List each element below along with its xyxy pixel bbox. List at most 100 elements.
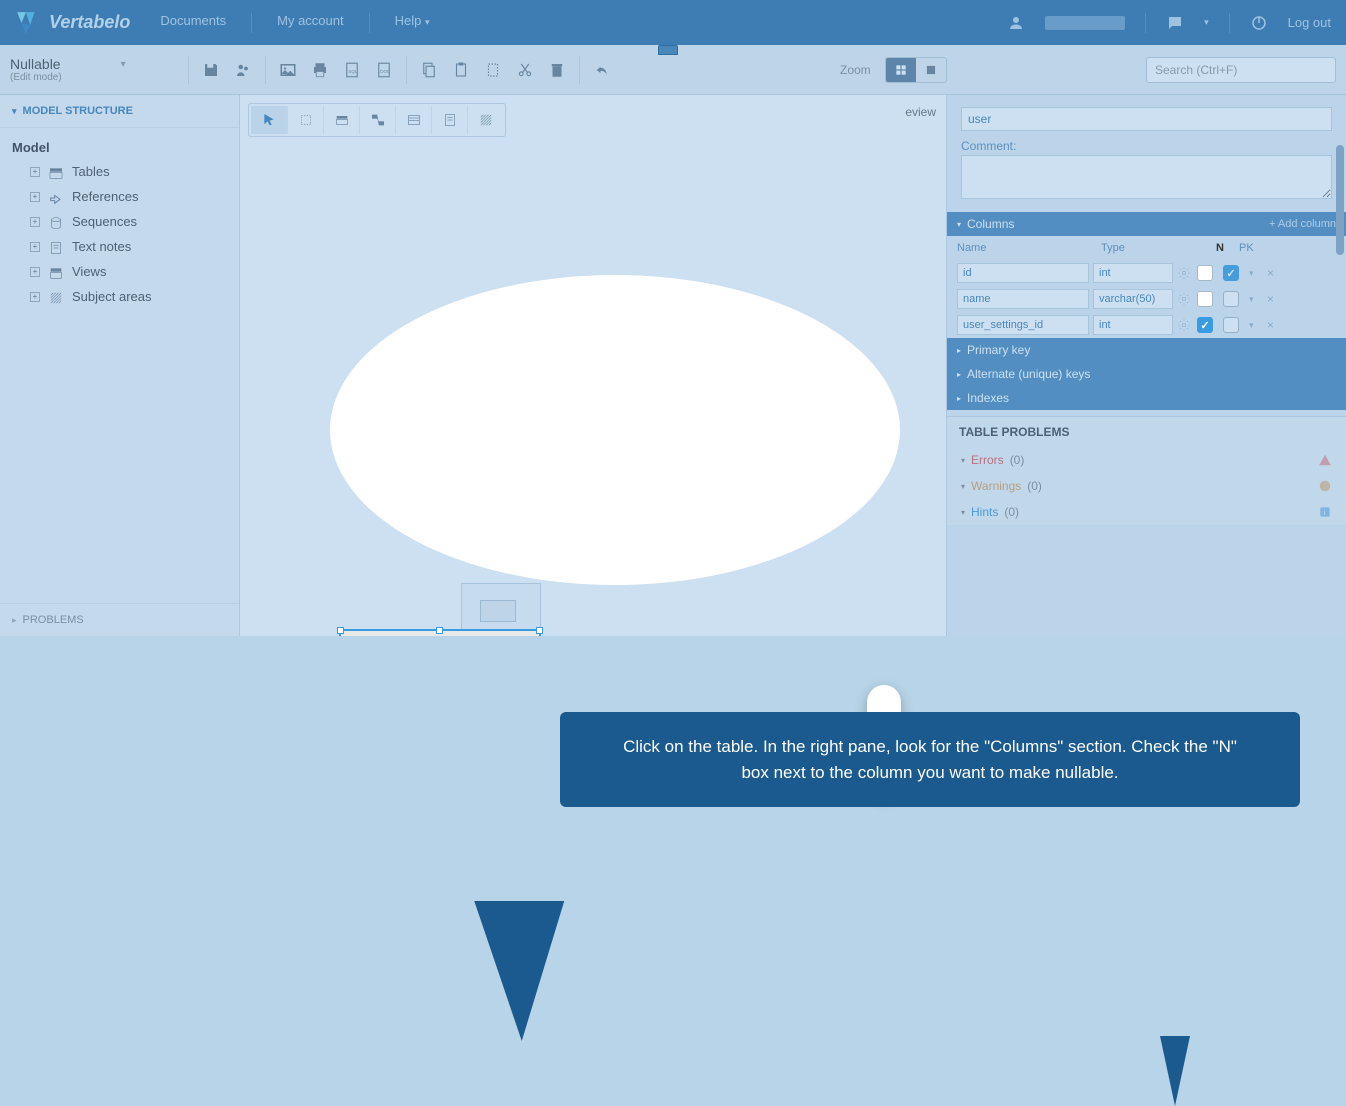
- warnings-row[interactable]: Warnings (0): [947, 473, 1346, 499]
- sql-export-icon[interactable]: SQL: [338, 56, 366, 84]
- tree-item[interactable]: + Tables: [0, 159, 239, 184]
- nav-separator: [251, 13, 252, 33]
- nullable-checkbox[interactable]: [1197, 291, 1213, 307]
- pk-checkbox[interactable]: [1223, 291, 1239, 307]
- reference-tool-icon[interactable]: [359, 106, 395, 134]
- column-name-input[interactable]: [957, 263, 1089, 283]
- tree-icon: [48, 190, 64, 204]
- tree-item[interactable]: + Text notes: [0, 234, 239, 259]
- table-name-input[interactable]: [961, 107, 1332, 131]
- errors-row[interactable]: Errors (0): [947, 447, 1346, 473]
- column-type-input[interactable]: [1093, 289, 1173, 309]
- columns-section-header[interactable]: Columns + Add column: [947, 212, 1346, 236]
- comment-label: Comment:: [961, 139, 1332, 153]
- reorder-icon[interactable]: ▾: [1249, 320, 1263, 331]
- delete-icon[interactable]: [543, 56, 571, 84]
- tree-icon: [48, 240, 64, 254]
- model-structure-header[interactable]: MODEL STRUCTURE: [0, 95, 239, 128]
- user-icon[interactable]: [1007, 14, 1025, 32]
- delete-column-icon[interactable]: ×: [1267, 292, 1281, 306]
- add-column-button[interactable]: + Add column: [1269, 218, 1336, 230]
- alternate-keys-section[interactable]: Alternate (unique) keys: [947, 362, 1346, 386]
- selection-handle[interactable]: [337, 627, 344, 634]
- diagram-canvas[interactable]: eview user id int PK name varchar(50) us…: [240, 95, 946, 636]
- tooltip-drag-handle[interactable]: [658, 45, 678, 55]
- chat-icon[interactable]: [1166, 14, 1184, 32]
- doc-export-icon[interactable]: DOC: [370, 56, 398, 84]
- table-tool-icon[interactable]: [323, 106, 359, 134]
- preview-button[interactable]: eview: [905, 105, 936, 119]
- db-table-user[interactable]: user id int PK name varchar(50) user_set…: [340, 630, 540, 636]
- gear-icon[interactable]: [1177, 318, 1191, 332]
- col-header-name: Name: [957, 242, 1097, 254]
- brand-logo[interactable]: Vertabelo: [15, 10, 130, 36]
- nullable-checkbox[interactable]: [1197, 265, 1213, 281]
- tree-item[interactable]: + Views: [0, 259, 239, 284]
- tree-item[interactable]: + Sequences: [0, 209, 239, 234]
- marquee-tool-icon[interactable]: [287, 106, 323, 134]
- undo-icon[interactable]: [588, 56, 616, 84]
- paste-icon[interactable]: [447, 56, 475, 84]
- document-title-dropdown[interactable]: Nullable▾ (Edit mode): [10, 56, 180, 83]
- gear-icon[interactable]: [1177, 292, 1191, 306]
- expand-icon[interactable]: +: [30, 167, 40, 177]
- logout-link[interactable]: Log out: [1288, 15, 1331, 30]
- cut-icon[interactable]: [511, 56, 539, 84]
- svg-text:SQL: SQL: [348, 69, 358, 74]
- nav-help[interactable]: Help ▾: [395, 13, 430, 33]
- toolbar-separator: [579, 56, 580, 84]
- tree-item[interactable]: + Subject areas: [0, 284, 239, 309]
- nav-documents[interactable]: Documents: [160, 13, 226, 33]
- chevron-down-icon: ▾: [425, 17, 430, 27]
- column-editor-row: ▾ ×: [947, 260, 1346, 286]
- minimap[interactable]: [461, 583, 541, 636]
- view-single-icon[interactable]: [916, 58, 946, 82]
- area-tool-icon[interactable]: [467, 106, 503, 134]
- reorder-icon[interactable]: ▾: [1249, 294, 1263, 305]
- image-export-icon[interactable]: [274, 56, 302, 84]
- primary-key-section[interactable]: Primary key: [947, 338, 1346, 362]
- comment-textarea[interactable]: [961, 155, 1332, 199]
- hints-row[interactable]: Hints (0)i: [947, 499, 1346, 525]
- tree-item-label: Sequences: [72, 214, 137, 229]
- save-icon[interactable]: [197, 56, 225, 84]
- print-icon[interactable]: [306, 56, 334, 84]
- tree-root-model[interactable]: Model: [0, 136, 239, 159]
- tree-item[interactable]: + References: [0, 184, 239, 209]
- reorder-icon[interactable]: ▾: [1249, 268, 1263, 279]
- expand-icon[interactable]: +: [30, 267, 40, 277]
- model-tree: Model + Tables + References + Sequences …: [0, 128, 239, 603]
- gear-icon[interactable]: [1177, 266, 1191, 280]
- nav-my-account[interactable]: My account: [277, 13, 343, 33]
- pk-checkbox[interactable]: [1223, 317, 1239, 333]
- search-input[interactable]: Search (Ctrl+F): [1146, 57, 1336, 83]
- expand-icon[interactable]: +: [30, 292, 40, 302]
- pointer-tool-icon[interactable]: [251, 106, 287, 134]
- column-name-input[interactable]: [957, 289, 1089, 309]
- username-redacted: [1045, 16, 1125, 30]
- power-icon: [1250, 14, 1268, 32]
- view-tool-icon[interactable]: [395, 106, 431, 134]
- column-name-input[interactable]: [957, 315, 1089, 335]
- copy-icon[interactable]: [415, 56, 443, 84]
- delete-column-icon[interactable]: ×: [1267, 266, 1281, 280]
- view-grid-icon[interactable]: [886, 58, 916, 82]
- vertabelo-logo-icon: [15, 10, 41, 36]
- expand-icon[interactable]: +: [30, 217, 40, 227]
- indexes-section[interactable]: Indexes: [947, 386, 1346, 416]
- problems-header[interactable]: PROBLEMS: [0, 603, 239, 636]
- tree-icon: [48, 290, 64, 304]
- column-type-input[interactable]: [1093, 315, 1173, 335]
- selection-handle[interactable]: [436, 627, 443, 634]
- pk-checkbox[interactable]: [1223, 265, 1239, 281]
- expand-icon[interactable]: +: [30, 192, 40, 202]
- paste-special-icon[interactable]: [479, 56, 507, 84]
- column-type-input[interactable]: [1093, 263, 1173, 283]
- scrollbar-thumb[interactable]: [1336, 145, 1344, 255]
- delete-column-icon[interactable]: ×: [1267, 318, 1281, 332]
- expand-icon[interactable]: +: [30, 242, 40, 252]
- selection-handle[interactable]: [536, 627, 543, 634]
- nullable-checkbox[interactable]: [1197, 317, 1213, 333]
- note-tool-icon[interactable]: [431, 106, 467, 134]
- share-icon[interactable]: [229, 56, 257, 84]
